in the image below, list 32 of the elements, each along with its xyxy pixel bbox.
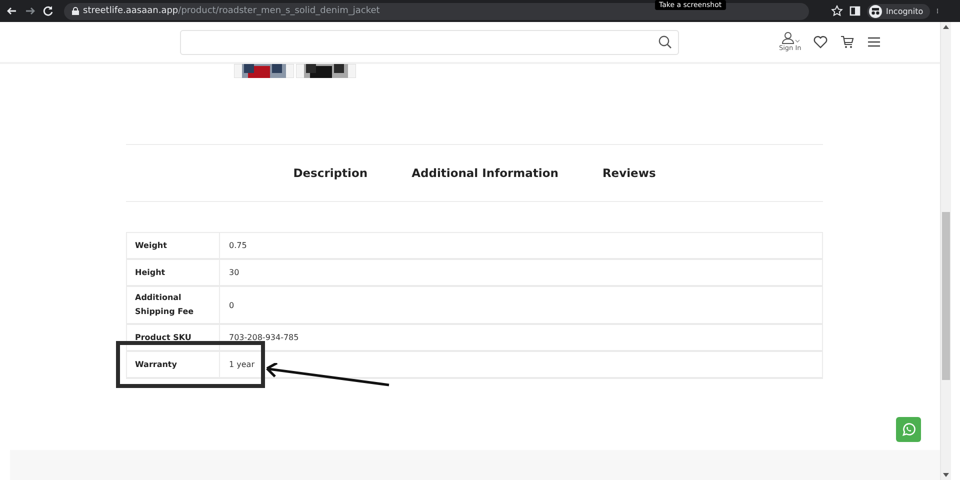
spec-label: Warranty: [135, 358, 177, 371]
scroll-down-icon[interactable]: [943, 473, 949, 477]
forward-icon[interactable]: [24, 5, 36, 17]
spec-label: Weight: [135, 240, 167, 252]
spec-label: Product SKU: [135, 332, 192, 344]
reload-icon[interactable]: [42, 5, 54, 17]
star-icon[interactable]: [831, 5, 843, 17]
tab[interactable]: Description: [293, 166, 368, 180]
spec-label: Additional Shipping Fee: [135, 292, 195, 318]
chat-icon: [901, 422, 916, 437]
profile-button[interactable]: Incognito: [867, 4, 930, 18]
tab[interactable]: Additional Information: [412, 166, 558, 180]
spec-value: 1 year: [229, 360, 254, 369]
incognito-icon: [869, 4, 882, 18]
spec-value: 0.75: [229, 241, 247, 250]
search-icon[interactable]: [658, 35, 672, 49]
side-panel-icon[interactable]: [849, 5, 861, 17]
scroll-up-icon[interactable]: [943, 25, 949, 29]
tab[interactable]: Reviews: [602, 166, 656, 180]
spec-label: Height: [135, 266, 166, 279]
spec-value: 30: [229, 268, 240, 277]
menu-icon[interactable]: [867, 36, 882, 48]
spec-value: 703-208-934-785: [229, 333, 299, 342]
cart-icon[interactable]: [840, 35, 856, 49]
back-icon[interactable]: [6, 5, 18, 17]
lock-icon: [72, 7, 79, 15]
spec-value: 0: [229, 300, 234, 310]
search-field[interactable]: [180, 30, 679, 54]
scrollbar-thumb[interactable]: [942, 212, 950, 380]
url-text: streetlife.aasaan.app/product/roadster_men_s_solid_denim_jacket: [83, 6, 380, 16]
heart-icon[interactable]: [813, 35, 828, 49]
chat-button[interactable]: [896, 417, 921, 442]
